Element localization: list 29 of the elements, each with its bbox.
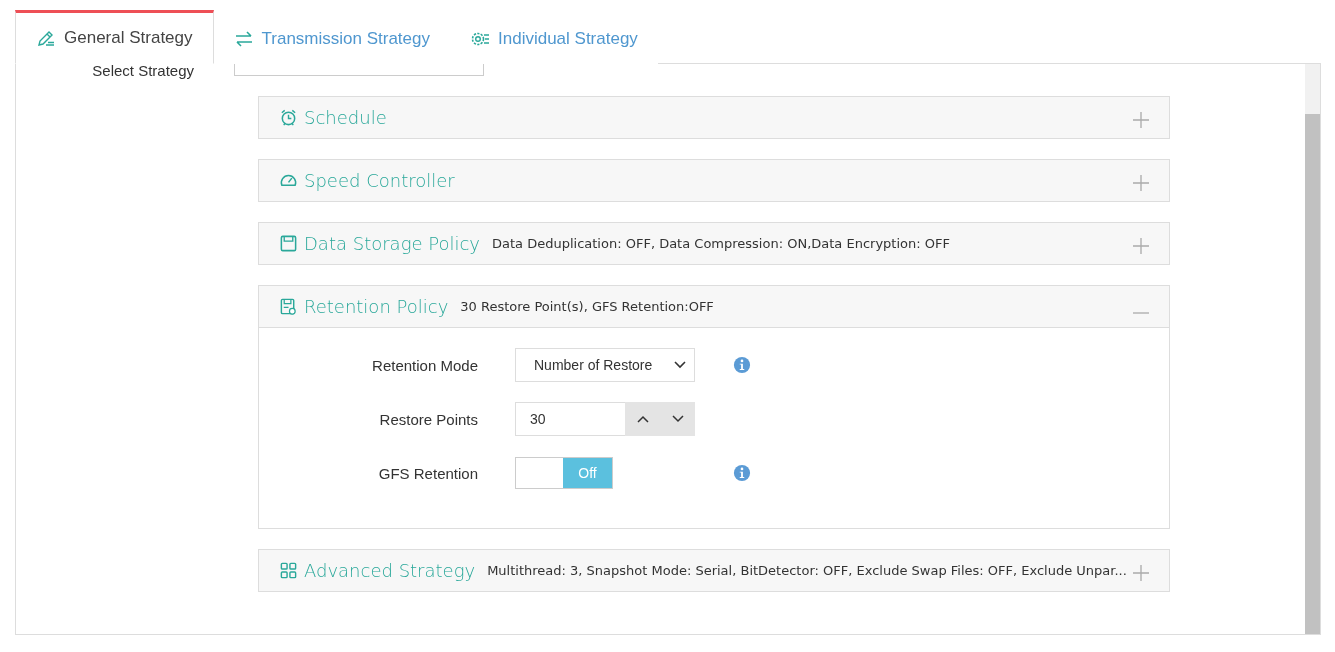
- panel-title: Speed Controller: [304, 170, 455, 191]
- panel-header[interactable]: Data Storage Policy Data Deduplication: OFF, Data Compression: ON,Data Encryption: OFF: [259, 223, 1169, 264]
- panel-summary: 30 Restore Point(s), GFS Retention:OFF: [460, 299, 714, 314]
- grid-icon: [279, 561, 298, 580]
- panel-summary: Multithread: 3, Snapshot Mode: Serial, BitDetector: OFF, Exclude Swap Files: OFF, Exclude Unpar...: [487, 563, 1127, 578]
- field-label: Retention Mode: [371, 356, 478, 374]
- arrows-icon: [233, 28, 254, 49]
- chevron-up-icon: [636, 415, 649, 423]
- alarm-clock-icon: [279, 108, 298, 127]
- panel-summary: Data Deduplication: OFF, Data Compression: ON,Data Encryption: OFF: [492, 236, 950, 251]
- panel-title: Advanced Strategy: [304, 560, 476, 581]
- panel-title: Schedule: [304, 107, 387, 128]
- plus-icon: [1133, 112, 1149, 128]
- field-label: GFS Retention: [377, 464, 478, 482]
- plus-icon: [1133, 175, 1149, 191]
- panel-header[interactable]: Retention Policy 30 Restore Point(s), GFS Retention:OFF: [259, 286, 1169, 327]
- chevron-down-icon: [671, 415, 684, 423]
- dropdown[interactable]: Number of Restore: [515, 348, 695, 382]
- panel-title: Data Storage Policy: [304, 233, 480, 254]
- tab[interactable]: General Strategy: [15, 10, 214, 64]
- minus-icon: [1133, 312, 1149, 314]
- plus-icon: [1133, 238, 1149, 254]
- field-label: Select Strategy: [91, 64, 195, 81]
- panel-title: Retention Policy: [304, 296, 449, 317]
- chevron-down-icon: [674, 361, 686, 369]
- number-input[interactable]: 30: [515, 402, 625, 436]
- plus-icon: [1133, 565, 1149, 581]
- panel-header[interactable]: Advanced Strategy Multithread: 3, Snapshot Mode: Serial, BitDetector: OFF, Exclude Swap Files: OFF, Exclude Unpar...: [259, 550, 1169, 591]
- field-label: Restore Points: [378, 410, 478, 428]
